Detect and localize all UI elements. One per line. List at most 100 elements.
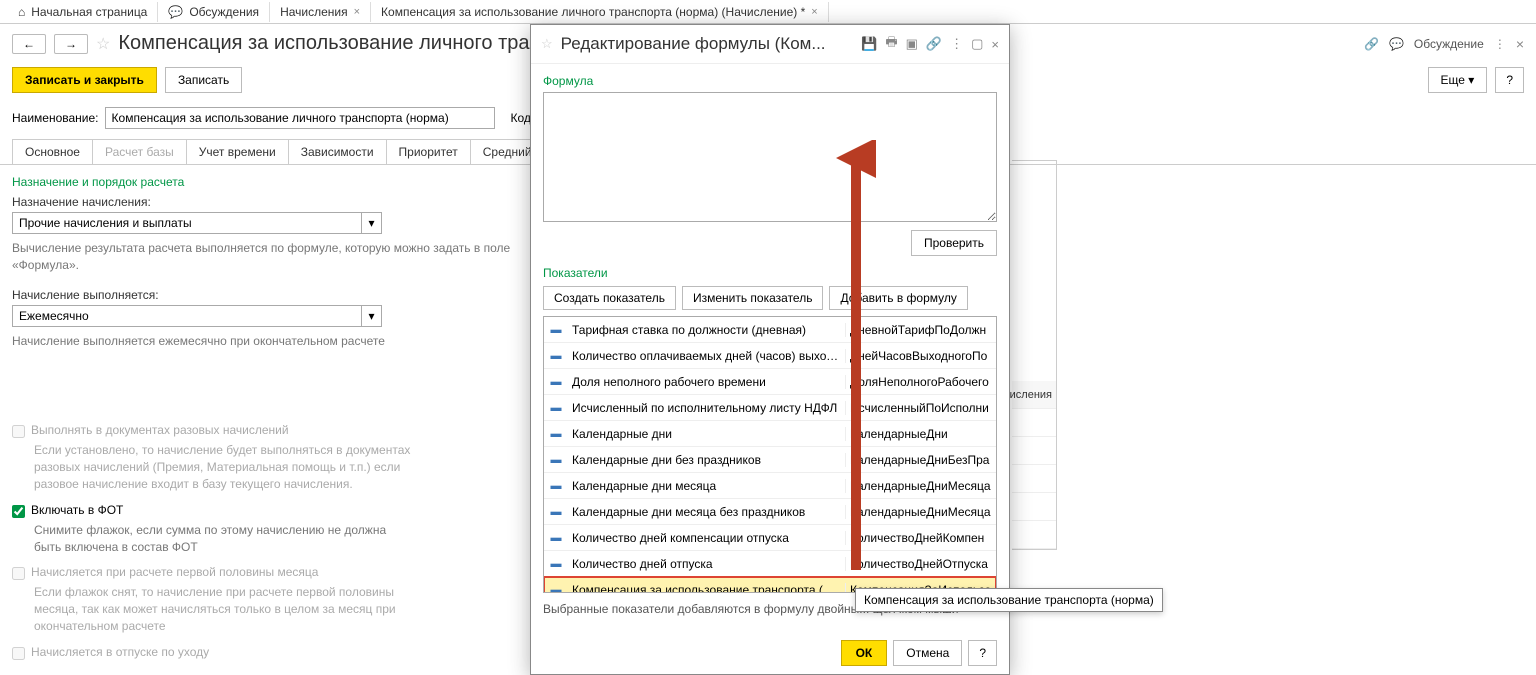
check-button[interactable]: Проверить (911, 230, 997, 256)
cb-fot[interactable]: Включать в ФОТ (12, 503, 518, 518)
ok-button[interactable]: ОК (841, 640, 888, 666)
help-button[interactable]: ? (968, 640, 997, 666)
right-edge-header: начисления (1012, 381, 1056, 409)
indicator-icon: ▬ (544, 428, 568, 440)
tooltip: Компенсация за использование транспорта … (855, 588, 1163, 612)
tab-deps[interactable]: Зависимости (288, 139, 387, 164)
tab-time[interactable]: Учет времени (186, 139, 289, 164)
star-icon[interactable]: ☆ (96, 34, 110, 54)
indicator-name: Количество дней компенсации отпуска (568, 531, 846, 545)
print-icon[interactable]: 🖶 (885, 33, 897, 55)
formula-input[interactable] (543, 92, 997, 222)
discuss-link[interactable]: Обсуждение (1414, 37, 1484, 51)
indicator-code: КоличествоДнейОтпуска (846, 557, 996, 571)
indicator-icon: ▬ (544, 402, 568, 414)
indicator-name: Доля неполного рабочего времени (568, 375, 846, 389)
tab-home[interactable]: ⌂Начальная страница (8, 2, 158, 22)
tab-main[interactable]: Основное (12, 139, 93, 164)
indicator-name: Тарифная ставка по должности (дневная) (568, 323, 846, 337)
menu-dots-icon[interactable]: ⋮ (950, 36, 963, 52)
indicator-name: Календарные дни месяца (568, 479, 846, 493)
cb-first-half-input (12, 567, 25, 580)
maximize-icon[interactable]: ▢ (971, 36, 983, 52)
cb-label: Включать в ФОТ (31, 503, 123, 517)
indicators-label: Показатели (543, 266, 997, 280)
indicator-row[interactable]: ▬ Количество дней компенсации отпуска Ко… (544, 525, 996, 551)
tab-base: Расчет базы (92, 139, 187, 164)
exec-label: Начисление выполняется: (12, 288, 518, 302)
indicator-row[interactable]: ▬ Календарные дни без праздников Календа… (544, 447, 996, 473)
tab-priority[interactable]: Приоритет (386, 139, 471, 164)
formula-modal: ☆ Редактирование формулы (Ком... 💾 🖶 ▣ 🔗… (530, 24, 1010, 675)
cb-single-docs: Выполнять в документах разовых начислени… (12, 423, 518, 438)
indicator-icon: ▬ (544, 532, 568, 544)
cb-fot-input[interactable] (12, 505, 25, 518)
indicator-row[interactable]: ▬ Доля неполного рабочего времени ДоляНе… (544, 369, 996, 395)
section-title: Назначение и порядок расчета (12, 175, 518, 189)
edit-indicator-button[interactable]: Изменить показатель (682, 286, 824, 310)
report-icon[interactable]: ▣ (906, 36, 918, 52)
indicator-row[interactable]: ▬ Количество дней отпуска КоличествоДней… (544, 551, 996, 577)
cb-vacation-input (12, 647, 25, 660)
indicator-name: Календарные дни (568, 427, 846, 441)
indicator-icon: ▬ (544, 584, 568, 594)
indicator-name: Исчисленный по исполнительному листу НДФ… (568, 401, 846, 415)
indicator-row[interactable]: ▬ Количество оплачиваемых дней (часов) в… (544, 343, 996, 369)
indicator-code: ДоляНеполногоРабочего (846, 375, 996, 389)
close-icon[interactable]: × (354, 6, 360, 18)
tab-discuss[interactable]: 💬Обсуждения (158, 2, 270, 22)
indicator-icon: ▬ (544, 324, 568, 336)
cb-label: Выполнять в документах разовых начислени… (31, 423, 289, 437)
discuss-icon[interactable]: 💬 (1389, 37, 1404, 51)
dropdown-button[interactable]: ▾ (362, 212, 382, 234)
indicator-code: ИсчисленныйПоИсполни (846, 401, 996, 415)
tab-compensation-label: Компенсация за использование личного тра… (381, 5, 805, 19)
close-icon[interactable]: × (1516, 36, 1524, 52)
close-icon[interactable]: × (991, 37, 999, 52)
cb2-help: Снимите флажок, если сумма по этому начи… (34, 522, 414, 556)
cb-single-docs-input (12, 425, 25, 438)
assign-select[interactable] (12, 212, 362, 234)
exec-select[interactable] (12, 305, 362, 327)
menu-dots-icon[interactable]: ⋮ (1494, 37, 1506, 51)
cancel-button[interactable]: Отмена (893, 640, 962, 666)
save-button[interactable]: Записать (165, 67, 242, 93)
indicator-icon: ▬ (544, 558, 568, 570)
star-icon[interactable]: ☆ (541, 36, 553, 52)
formula-label: Формула (543, 74, 997, 88)
tab-compensation[interactable]: Компенсация за использование личного тра… (371, 2, 829, 22)
cb-label: Начисляется при расчете первой половины … (31, 565, 318, 579)
indicator-name: Компенсация за использование транспорта … (568, 583, 846, 594)
nav-back-button[interactable]: ← (12, 34, 46, 54)
indicator-row[interactable]: ▬ Исчисленный по исполнительному листу Н… (544, 395, 996, 421)
nav-forward-button[interactable]: → (54, 34, 88, 54)
cb-label: Начисляется в отпуске по уходу (31, 645, 209, 659)
close-icon[interactable]: × (811, 6, 817, 18)
name-input[interactable] (105, 107, 495, 129)
save-close-button[interactable]: Записать и закрыть (12, 67, 157, 93)
assign-label: Назначение начисления: (12, 195, 518, 209)
tab-accruals[interactable]: Начисления× (270, 2, 371, 22)
indicator-icon: ▬ (544, 454, 568, 466)
indicator-row[interactable]: ▬ Тарифная ставка по должности (дневная)… (544, 317, 996, 343)
cb3-help: Если флажок снят, то начисление при расч… (34, 584, 414, 634)
help-button[interactable]: ? (1495, 67, 1524, 93)
top-tabs: ⌂Начальная страница 💬Обсуждения Начислен… (0, 0, 1536, 24)
link-icon[interactable]: 🔗 (1364, 37, 1379, 51)
more-button[interactable]: Еще ▾ (1428, 67, 1488, 93)
assign-help: Вычисление результата расчета выполняетс… (12, 240, 518, 274)
indicator-code: ДнейЧасовВыходногоПо (846, 349, 996, 363)
indicators-table[interactable]: ▬ Тарифная ставка по должности (дневная)… (543, 316, 997, 593)
name-label: Наименование: (12, 111, 99, 125)
save-icon[interactable]: 💾 (861, 36, 877, 52)
indicator-code: КалендарныеДниБезПра (846, 453, 996, 467)
create-indicator-button[interactable]: Создать показатель (543, 286, 676, 310)
link-icon[interactable]: 🔗 (926, 36, 942, 52)
indicator-code: КалендарныеДни (846, 427, 996, 441)
add-to-formula-button[interactable]: Добавить в формулу (829, 286, 967, 310)
indicator-code: КалендарныеДниМесяца (846, 505, 996, 519)
indicator-row[interactable]: ▬ Календарные дни месяца без праздников … (544, 499, 996, 525)
indicator-row[interactable]: ▬ Календарные дни КалендарныеДни (544, 421, 996, 447)
indicator-row[interactable]: ▬ Календарные дни месяца КалендарныеДниМ… (544, 473, 996, 499)
dropdown-button[interactable]: ▾ (362, 305, 382, 327)
